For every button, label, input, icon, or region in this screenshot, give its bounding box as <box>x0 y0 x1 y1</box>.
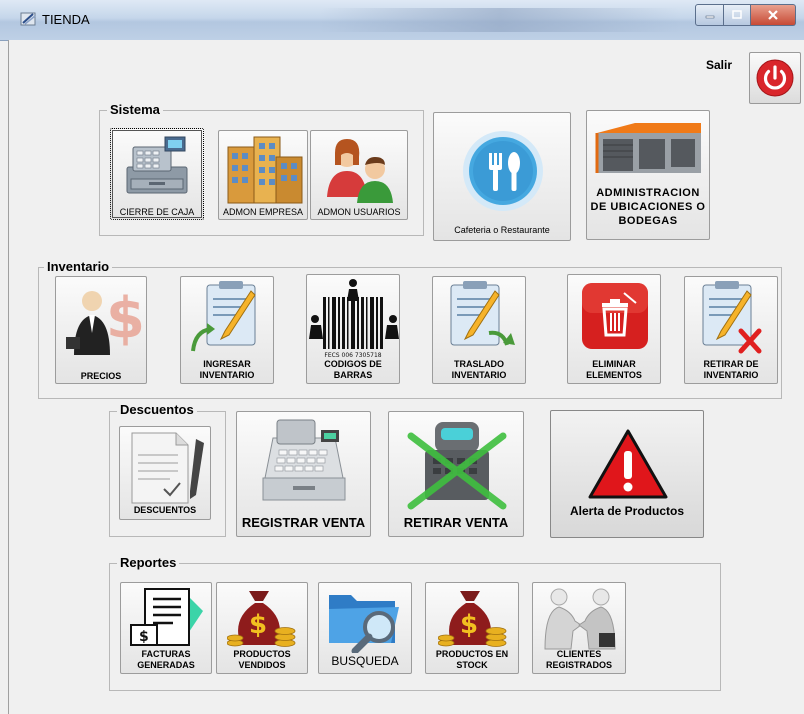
cutlery-icon <box>463 131 543 211</box>
cafeteria-button[interactable]: Cafeteria o Restaurante <box>433 112 571 241</box>
title-bar[interactable]: TIENDA <box>0 0 804 41</box>
users-icon <box>327 139 393 203</box>
clipboard-move-icon <box>450 281 515 346</box>
maximize-icon <box>732 10 742 19</box>
window-title: TIENDA <box>42 12 90 27</box>
codigos-label-line1: CODIGOS DE <box>324 359 382 369</box>
retirar-inventario-button[interactable]: RETIRAR DE INVENTARIO <box>684 276 778 384</box>
traslado-inventario-button[interactable]: TRASLADO INVENTARIO <box>432 276 526 384</box>
admon-usuarios-label: ADMON USUARIOS <box>317 207 401 217</box>
ubicaciones-label-line3: BODEGAS <box>618 215 678 227</box>
register-icon <box>262 419 346 501</box>
alerta-productos-label: Alerta de Productos <box>569 504 685 518</box>
facturas-label-line1: FACTURAS <box>141 649 191 659</box>
ubicaciones-button[interactable]: ADMINISTRACION DE UBICACIONES O BODEGAS <box>586 110 710 240</box>
retirar-label-line2: INVENTARIO <box>703 370 759 380</box>
codigos-barras-button[interactable]: FECS 006 7305718 CODIGOS DE BARRAS <box>306 274 400 384</box>
window-controls <box>695 4 796 26</box>
precios-button[interactable]: $ PRECIOS <box>55 276 147 384</box>
minimize-icon <box>705 15 714 19</box>
eliminar-label-line2: ELEMENTOS <box>586 370 642 380</box>
retirar-label-line1: RETIRAR DE <box>703 359 759 369</box>
app-window: TIENDA Salir Sistema CIERRE DE CAJA ADMO… <box>0 0 804 714</box>
productos-vendidos-button[interactable]: $ PRODUCTOS VENDIDOS <box>216 582 308 674</box>
businessman-dollar-icon: $ <box>66 286 142 355</box>
title-decoration <box>320 8 680 32</box>
power-icon <box>756 59 794 97</box>
clientes-label-line2: REGISTRADOS <box>545 660 612 670</box>
facturas-label-line2: GENERADAS <box>137 660 195 670</box>
vendidos-label-line2: VENDIDOS <box>238 660 286 670</box>
folder-search-icon <box>329 595 399 653</box>
cafeteria-label: Cafeteria o Restaurante <box>454 225 550 235</box>
traslado-label-line1: TRASLADO <box>454 359 504 369</box>
busqueda-button[interactable]: BUSQUEDA <box>318 582 412 674</box>
ingresar-label-line2: INVENTARIO <box>199 370 255 380</box>
close-button[interactable] <box>751 4 796 26</box>
eliminar-label-line1: ELIMINAR <box>592 359 636 369</box>
svg-text:$: $ <box>106 286 142 351</box>
maximize-button[interactable] <box>724 4 751 26</box>
vendidos-label-line1: PRODUCTOS <box>233 649 291 659</box>
traslado-label-line2: INVENTARIO <box>451 370 507 380</box>
app-icon <box>20 12 36 26</box>
group-sistema-label: Sistema <box>107 102 163 117</box>
codigos-label-line2: BARRAS <box>333 370 373 380</box>
document-pen-icon <box>131 432 204 504</box>
clipboard-remove-icon <box>702 281 762 354</box>
close-icon <box>768 10 778 20</box>
salir-label: Salir <box>706 58 733 72</box>
admon-empresa-label: ADMON EMPRESA <box>222 207 303 217</box>
stock-label-line2: STOCK <box>456 660 488 670</box>
handshake-icon <box>544 588 616 650</box>
trash-icon <box>582 283 648 349</box>
facturas-generadas-button[interactable]: $ FACTURAS GENERADAS <box>120 582 212 674</box>
svg-text:$: $ <box>139 629 149 645</box>
ingresar-label-line1: INGRESAR <box>203 359 251 369</box>
invoice-icon: $ <box>130 588 203 646</box>
precios-label: PRECIOS <box>80 371 122 381</box>
clientes-registrados-button[interactable]: CLIENTES REGISTRADOS <box>532 582 626 674</box>
eliminar-elementos-button[interactable]: ELIMINAR ELEMENTOS <box>567 274 661 384</box>
svg-text:$: $ <box>249 610 267 640</box>
stock-label-line1: PRODUCTOS EN <box>435 649 509 659</box>
admon-usuarios-button[interactable]: ADMON USUARIOS <box>310 130 408 220</box>
minimize-button[interactable] <box>695 4 724 26</box>
robot-icon <box>407 422 507 510</box>
cierre-caja-label: CIERRE DE CAJA <box>119 207 195 217</box>
registrar-venta-button[interactable]: REGISTRAR VENTA <box>236 411 371 537</box>
money-bag-icon: $ <box>438 591 507 647</box>
ingresar-inventario-button[interactable]: INGRESAR INVENTARIO <box>180 276 274 384</box>
exit-button[interactable] <box>749 52 801 104</box>
group-inventario-label: Inventario <box>44 259 113 274</box>
barcode-number: FECS 006 7305718 <box>324 352 381 359</box>
ubicaciones-label-line1: ADMINISTRACION <box>596 187 700 199</box>
cierre-caja-button[interactable]: CIERRE DE CAJA <box>110 128 204 220</box>
admon-empresa-button[interactable]: ADMON EMPRESA <box>218 130 308 220</box>
clientes-label-line1: CLIENTES <box>556 649 602 659</box>
descuentos-button[interactable]: DESCUENTOS <box>119 426 211 520</box>
retirar-venta-label: RETIRAR VENTA <box>403 515 509 530</box>
descuentos-label: DESCUENTOS <box>133 505 197 515</box>
warehouse-icon <box>595 123 701 173</box>
warning-icon <box>588 429 668 499</box>
group-reportes-label: Reportes <box>117 555 180 570</box>
registrar-venta-label: REGISTRAR VENTA <box>241 515 366 530</box>
alerta-productos-button[interactable]: Alerta de Productos <box>550 410 704 538</box>
ubicaciones-label-line2: DE UBICACIONES O <box>590 201 706 213</box>
money-bag-icon: $ <box>227 591 296 647</box>
clipboard-add-icon <box>191 281 256 352</box>
cash-register-icon <box>126 136 188 194</box>
svg-text:$: $ <box>460 610 478 640</box>
busqueda-label: BUSQUEDA <box>331 654 399 668</box>
productos-stock-button[interactable]: $ PRODUCTOS EN STOCK <box>425 582 519 674</box>
retirar-venta-button[interactable]: RETIRAR VENTA <box>388 411 524 537</box>
barcode-icon: FECS 006 7305718 <box>309 279 399 359</box>
group-descuentos-label: Descuentos <box>117 402 197 417</box>
group-inventario <box>38 267 782 399</box>
buildings-icon <box>227 136 303 204</box>
